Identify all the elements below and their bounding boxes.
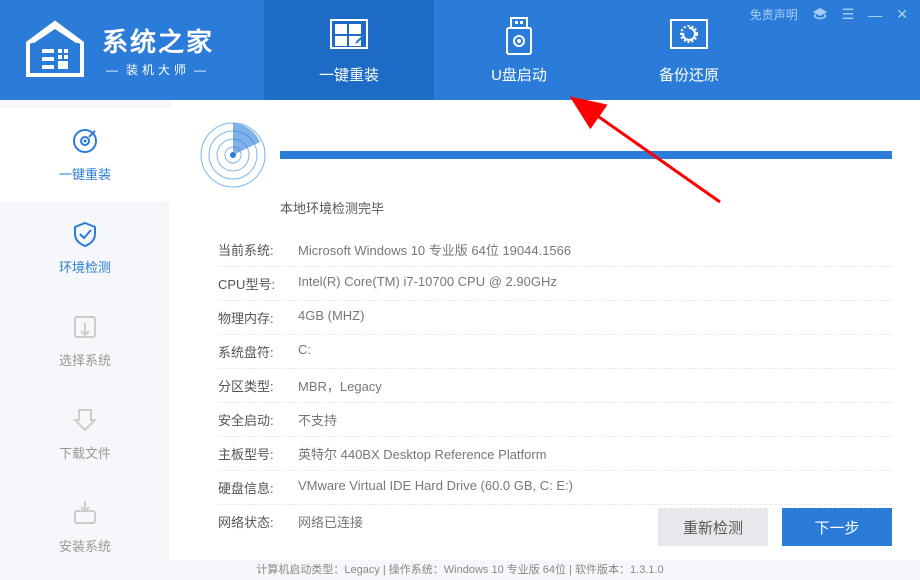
info-val: Intel(R) Core(TM) i7-10700 CPU @ 2.90GHz bbox=[298, 274, 557, 293]
info-val: C: bbox=[298, 342, 311, 361]
logo-icon bbox=[20, 15, 90, 85]
info-row: 物理内存:4GB (MHZ) bbox=[218, 301, 892, 335]
info-val: Microsoft Windows 10 专业版 64位 19044.1566 bbox=[298, 240, 571, 259]
tab-backup-restore[interactable]: 备份还原 bbox=[604, 0, 774, 100]
disclaimer-link[interactable]: 免责声明 bbox=[750, 6, 798, 23]
info-row: 安全启动:不支持 bbox=[218, 403, 892, 437]
info-key: 主板型号: bbox=[218, 444, 298, 463]
logo-title: 系统之家 bbox=[102, 22, 214, 59]
usb-icon bbox=[499, 16, 539, 56]
info-key: 物理内存: bbox=[218, 308, 298, 327]
tab-usb-boot[interactable]: U盘启动 bbox=[434, 0, 604, 100]
sidebar-item-reinstall[interactable]: 一键重装 bbox=[0, 108, 170, 201]
progress-bar bbox=[280, 151, 892, 159]
info-key: 硬盘信息: bbox=[218, 478, 298, 497]
sidebar-item-download[interactable]: 下载文件 bbox=[0, 387, 170, 480]
target-icon bbox=[70, 126, 100, 156]
info-val: 不支持 bbox=[298, 410, 337, 429]
info-val: 4GB (MHZ) bbox=[298, 308, 364, 327]
info-row: CPU型号:Intel(R) Core(TM) i7-10700 CPU @ 2… bbox=[218, 267, 892, 301]
radar-icon bbox=[198, 120, 268, 190]
download-icon bbox=[70, 405, 100, 435]
info-row: 主板型号:英特尔 440BX Desktop Reference Platfor… bbox=[218, 437, 892, 471]
window-controls: 免责声明 ☰ — ✕ bbox=[750, 6, 908, 23]
tab-reinstall[interactable]: 一键重装 bbox=[264, 0, 434, 100]
sidebar-item-install-label: 安装系统 bbox=[59, 536, 111, 555]
tab-usb-boot-label: U盘启动 bbox=[491, 64, 547, 85]
info-key: 安全启动: bbox=[218, 410, 298, 429]
sidebar: 一键重装 环境检测 选择系统 下载文件 安装系统 bbox=[0, 100, 170, 560]
sidebar-item-install[interactable]: 安装系统 bbox=[0, 480, 170, 573]
logo-subtitle: 装机大师 bbox=[102, 61, 214, 78]
info-table: 当前系统:Microsoft Windows 10 专业版 64位 19044.… bbox=[218, 233, 892, 538]
info-row: 当前系统:Microsoft Windows 10 专业版 64位 19044.… bbox=[218, 233, 892, 267]
info-val: VMware Virtual IDE Hard Drive (60.0 GB, … bbox=[298, 478, 573, 497]
select-icon bbox=[70, 312, 100, 342]
info-row: 分区类型:MBR，Legacy bbox=[218, 369, 892, 403]
sidebar-item-env-check-label: 环境检测 bbox=[59, 257, 111, 276]
close-icon[interactable]: ✕ bbox=[896, 6, 908, 23]
next-button[interactable]: 下一步 bbox=[782, 508, 892, 546]
info-val: 英特尔 440BX Desktop Reference Platform bbox=[298, 444, 547, 463]
install-icon bbox=[70, 498, 100, 528]
info-key: 分区类型: bbox=[218, 376, 298, 395]
windows-icon bbox=[329, 16, 369, 56]
info-val: MBR，Legacy bbox=[298, 376, 382, 395]
sidebar-item-reinstall-label: 一键重装 bbox=[59, 164, 111, 183]
minimize-icon[interactable]: — bbox=[868, 7, 882, 23]
sidebar-item-download-label: 下载文件 bbox=[59, 443, 111, 462]
tab-reinstall-label: 一键重装 bbox=[319, 64, 379, 85]
info-key: 网络状态: bbox=[218, 512, 298, 531]
sidebar-item-select-system[interactable]: 选择系统 bbox=[0, 294, 170, 387]
header: 系统之家 装机大师 一键重装 U盘启动 备份还原 免责声明 ☰ bbox=[0, 0, 920, 100]
content: 本地环境检测完毕 当前系统:Microsoft Windows 10 专业版 6… bbox=[170, 100, 920, 560]
logo-area: 系统之家 装机大师 bbox=[20, 15, 214, 85]
recheck-button[interactable]: 重新检测 bbox=[658, 508, 768, 546]
menu-icon[interactable]: ☰ bbox=[842, 6, 855, 23]
tab-backup-restore-label: 备份还原 bbox=[659, 64, 719, 85]
progress-status: 本地环境检测完毕 bbox=[280, 198, 892, 217]
sidebar-item-select-system-label: 选择系统 bbox=[59, 350, 111, 369]
info-key: 系统盘符: bbox=[218, 342, 298, 361]
info-key: CPU型号: bbox=[218, 274, 298, 293]
info-row: 硬盘信息:VMware Virtual IDE Hard Drive (60.0… bbox=[218, 471, 892, 505]
shield-check-icon bbox=[70, 219, 100, 249]
info-val: 网络已连接 bbox=[298, 512, 363, 531]
sidebar-item-env-check[interactable]: 环境检测 bbox=[0, 201, 170, 294]
top-tabs: 一键重装 U盘启动 备份还原 bbox=[264, 0, 774, 100]
info-row: 系统盘符:C: bbox=[218, 335, 892, 369]
restore-icon bbox=[669, 16, 709, 56]
info-key: 当前系统: bbox=[218, 240, 298, 259]
graduation-icon[interactable] bbox=[812, 6, 828, 23]
